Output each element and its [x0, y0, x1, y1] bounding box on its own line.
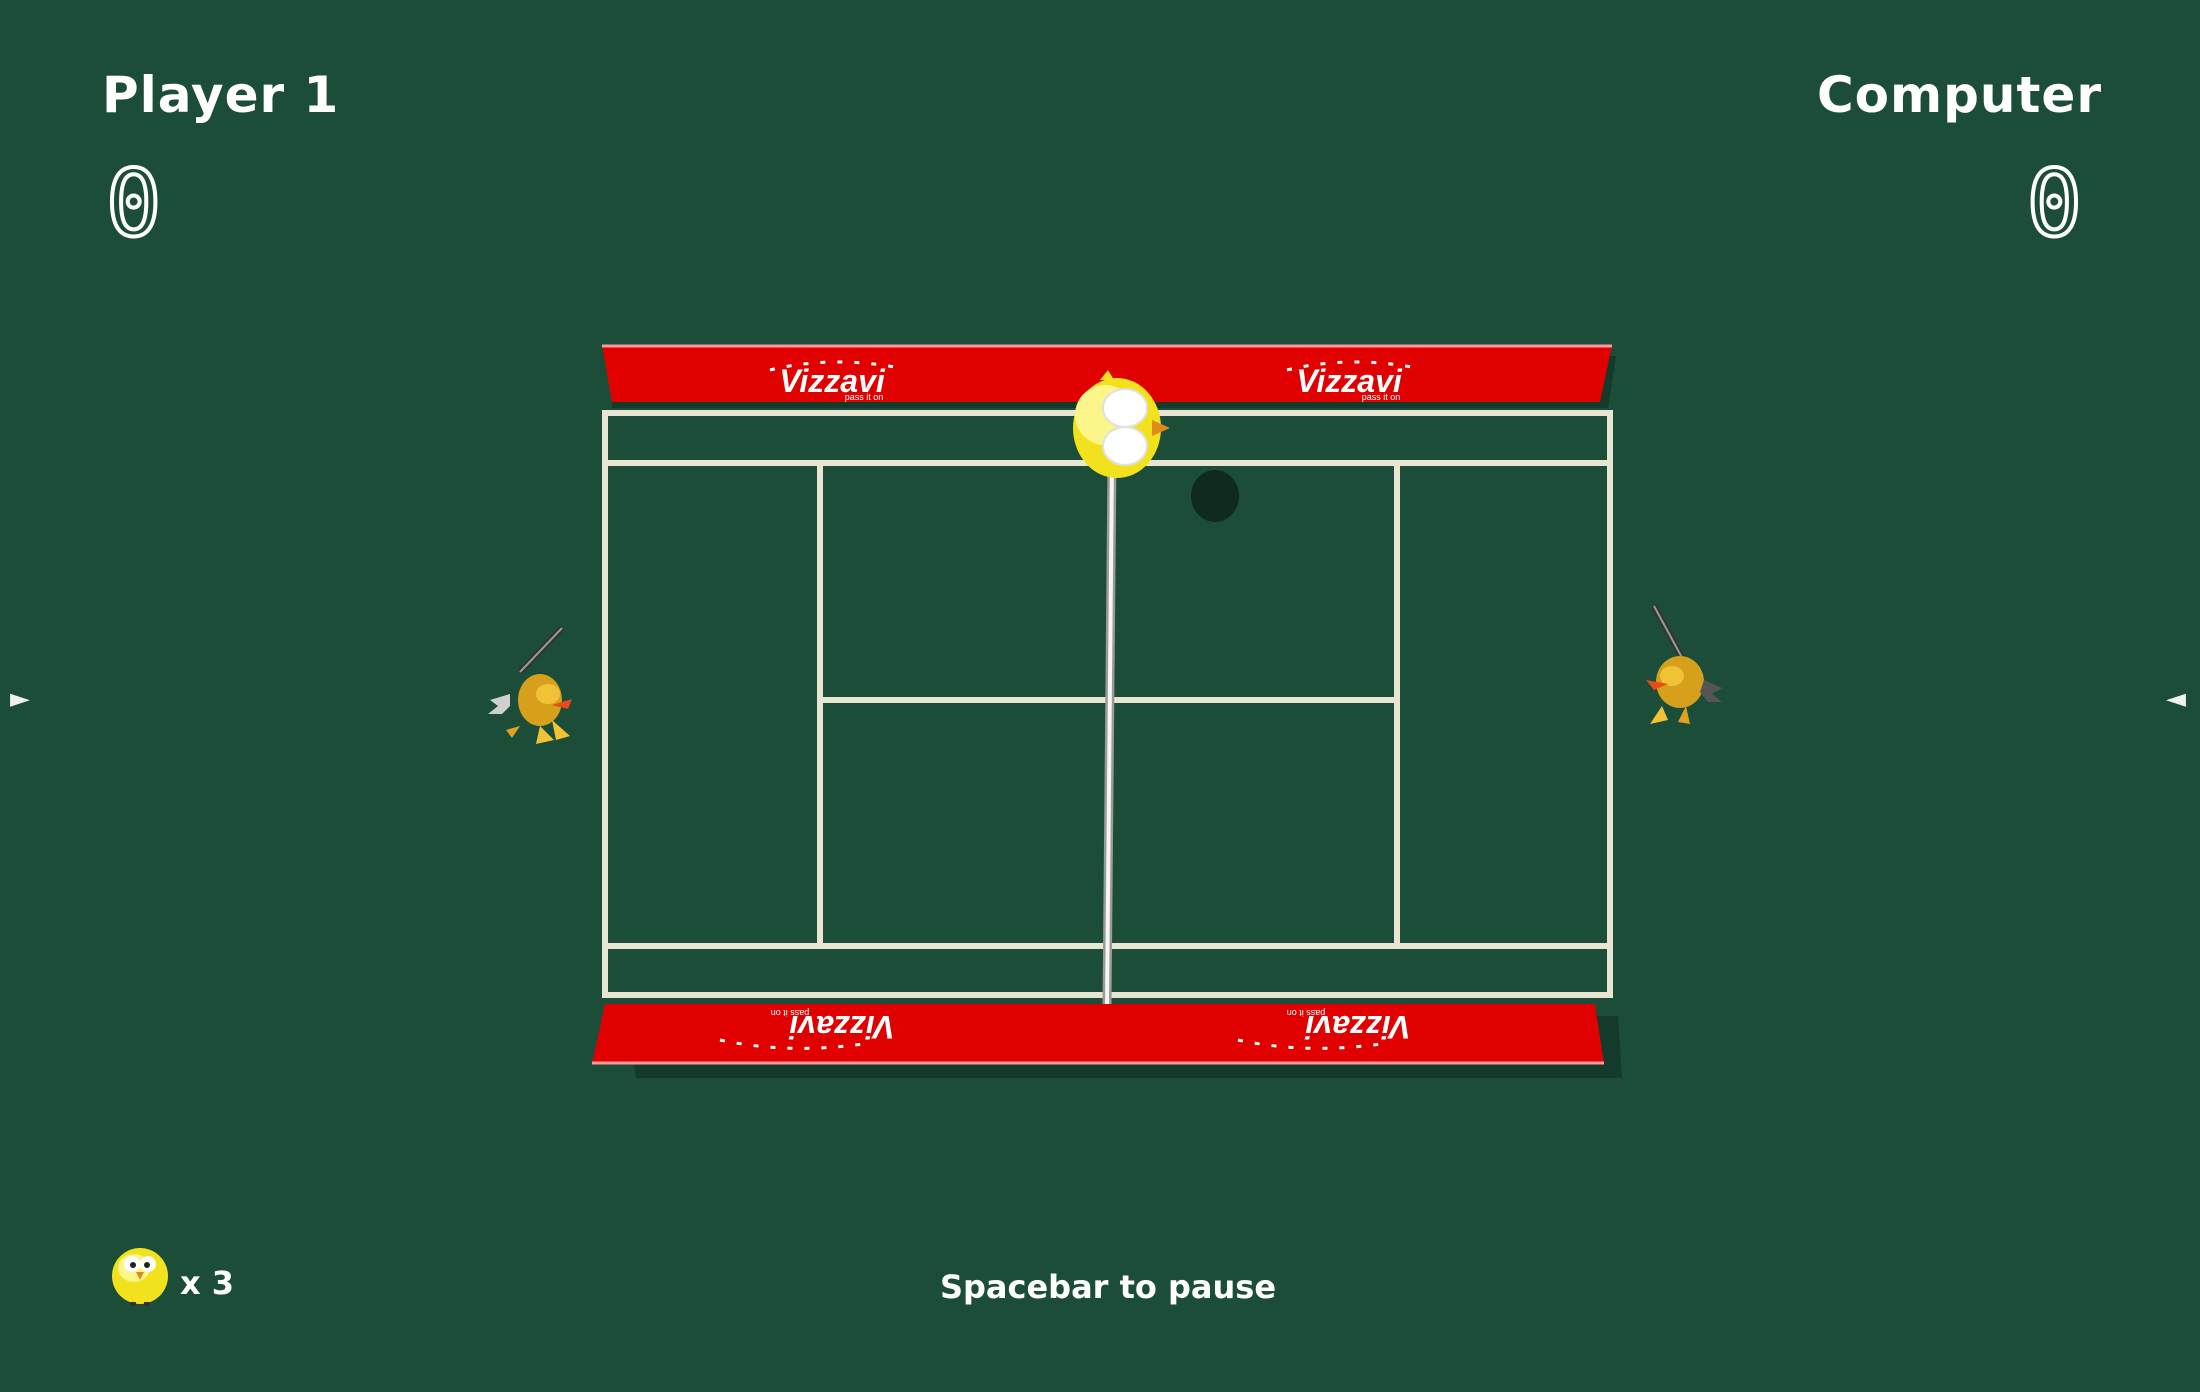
bottom-banner-left-tagline: pass it on — [771, 1008, 810, 1018]
top-banner-right-tagline: pass it on — [1362, 392, 1401, 402]
ball-shadow — [1191, 470, 1239, 522]
pause-hint: Spacebar to pause — [939, 1268, 1277, 1306]
bottom-banner: Vizzavi pass it on Vizzavi pass it on — [592, 1004, 1622, 1078]
player-chick-left-icon — [488, 625, 572, 744]
computer-chick-right-icon — [1646, 604, 1722, 724]
bottom-banner-right-tagline: pass it on — [1287, 1008, 1326, 1018]
tennis-court-scene: Vizzavi pass it on Vizzavi pass it on Vi… — [488, 344, 1722, 1078]
top-banner-left-tagline: pass it on — [845, 392, 884, 402]
